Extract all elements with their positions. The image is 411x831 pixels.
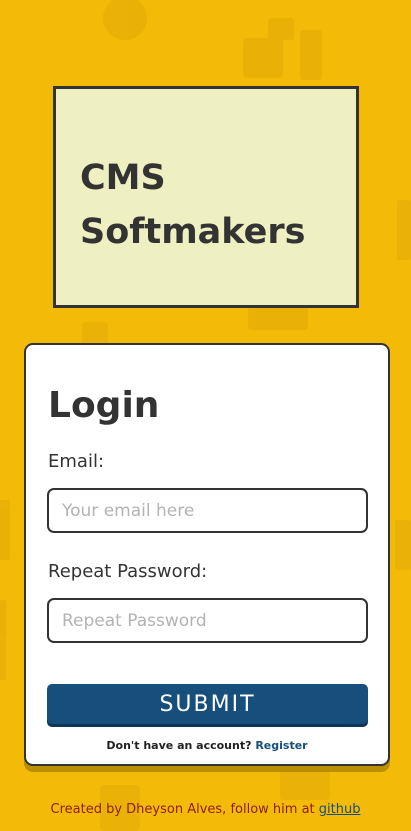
- password-input[interactable]: [47, 598, 368, 643]
- brand-box: CMS Softmakers: [53, 86, 359, 308]
- email-input[interactable]: [47, 488, 368, 533]
- email-label: Email:: [48, 451, 105, 472]
- brand-title: CMS Softmakers: [80, 158, 306, 252]
- password-label: Repeat Password:: [48, 561, 208, 582]
- login-card: Login Email: Repeat Password: SUBMIT Don…: [24, 343, 390, 766]
- footer-text: Created by Dheyson Alves, follow him at: [50, 802, 315, 817]
- register-link[interactable]: Register: [255, 739, 307, 752]
- submit-button[interactable]: SUBMIT: [47, 684, 368, 724]
- github-link[interactable]: github: [319, 802, 361, 817]
- register-prompt: Don't have an account?: [106, 739, 252, 752]
- register-row: Don't have an account? Register: [26, 739, 388, 752]
- footer: Created by Dheyson Alves, follow him at …: [0, 802, 411, 817]
- login-title: Login: [48, 385, 160, 426]
